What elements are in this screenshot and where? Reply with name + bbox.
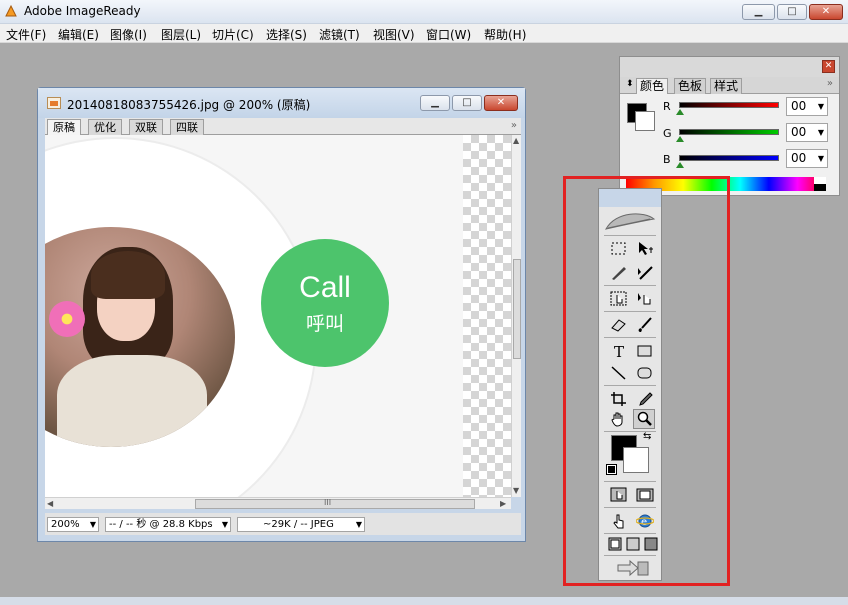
- maximize-button[interactable]: □: [777, 4, 807, 20]
- green-slider-handle[interactable]: [676, 136, 684, 142]
- menu-view[interactable]: 视图(V): [373, 26, 415, 43]
- document-tabs: 原稿 优化 双联 四联 »: [45, 118, 521, 135]
- menu-filter[interactable]: 滤镜(T): [319, 26, 360, 43]
- menu-file[interactable]: 文件(F): [6, 26, 46, 43]
- tab-4-up[interactable]: 四联: [170, 119, 204, 135]
- app-title: Adobe ImageReady: [24, 4, 141, 18]
- green-value-field[interactable]: 00 ▼: [786, 123, 828, 142]
- horizontal-scroll-thumb[interactable]: III: [195, 498, 475, 509]
- zoom-select[interactable]: 200% ▼: [47, 517, 99, 532]
- image-canvas[interactable]: Call 呼叫: [45, 135, 511, 497]
- chevron-down-icon: ▼: [817, 154, 824, 163]
- call-text: Call: [299, 271, 351, 304]
- menu-window[interactable]: 窗口(W): [426, 26, 471, 43]
- scroll-grip: III: [324, 498, 332, 507]
- blue-value: 00: [791, 151, 807, 165]
- color-panel-tabs: ⬍ 颜色 色板 样式 »: [620, 77, 839, 94]
- menu-slice[interactable]: 切片(C): [212, 26, 254, 43]
- tab-color[interactable]: 颜色: [636, 78, 669, 94]
- menubar: 文件(F) 编辑(E) 图像(I) 图层(L) 切片(C) 选择(S) 滤镜(T…: [0, 24, 848, 43]
- tab-2-up[interactable]: 双联: [129, 119, 163, 135]
- call-subtext: 呼叫: [305, 313, 344, 335]
- red-label: R: [663, 100, 671, 113]
- document-icon: [47, 97, 61, 109]
- green-value: 00: [791, 125, 807, 139]
- red-value-field[interactable]: 00 ▼: [786, 97, 828, 116]
- horizontal-scrollbar[interactable]: ◀ III ▶: [45, 497, 511, 509]
- document-title: 20140818083755426.jpg @ 200% (原稿): [67, 98, 311, 112]
- red-slider-handle[interactable]: [676, 109, 684, 115]
- doc-maximize-button[interactable]: □: [452, 95, 482, 111]
- tab-original[interactable]: 原稿: [47, 119, 81, 135]
- zoom-value: 200%: [51, 519, 80, 530]
- close-icon[interactable]: ✕: [822, 60, 835, 73]
- maximize-icon: □: [787, 6, 797, 17]
- document-statusbar: 200% ▼ -- / -- 秒 @ 28.8 Kbps ▼ ~29K / -- J…: [45, 513, 521, 535]
- green-slider[interactable]: [679, 129, 779, 135]
- file-size-value: ~29K / -- JPEG: [263, 519, 334, 530]
- imageready-logo-icon: [5, 4, 17, 17]
- chevron-down-icon: ▼: [355, 520, 362, 529]
- vertical-scroll-thumb[interactable]: [513, 259, 521, 359]
- scroll-down-icon[interactable]: ▼: [513, 486, 519, 495]
- flower: [49, 301, 85, 337]
- minimize-icon: ▁: [431, 97, 439, 108]
- scroll-right-icon[interactable]: ▶: [500, 499, 506, 508]
- maximize-icon: □: [462, 97, 472, 108]
- background-color-swatch[interactable]: [635, 111, 655, 131]
- document-window: 20140818083755426.jpg @ 200% (原稿) ▁ □ ✕ …: [37, 87, 526, 542]
- chevron-down-icon: ▼: [817, 128, 824, 137]
- vertical-scrollbar[interactable]: ▲ ▼: [511, 135, 521, 497]
- red-slider[interactable]: [679, 102, 779, 108]
- chevron-down-icon: ▼: [221, 520, 228, 529]
- color-panel-titlebar[interactable]: ✕: [620, 57, 839, 77]
- download-time-value: -- / -- 秒 @ 28.8 Kbps: [109, 519, 213, 530]
- doc-close-button[interactable]: ✕: [484, 95, 518, 111]
- minimize-icon: ▁: [754, 6, 763, 17]
- tabs-more-icon[interactable]: »: [511, 120, 517, 131]
- document-titlebar[interactable]: 20140818083755426.jpg @ 200% (原稿) ▁ □ ✕: [38, 88, 525, 118]
- minimize-button[interactable]: ▁: [742, 4, 775, 20]
- highlight-rectangle: [563, 176, 730, 586]
- menu-layer[interactable]: 图层(L): [161, 26, 201, 43]
- color-panel: ✕ ⬍ 颜色 色板 样式 » R 00 ▼ G 00 ▼ B 00 ▼: [619, 56, 840, 196]
- blue-label: B: [663, 153, 671, 166]
- doc-minimize-button[interactable]: ▁: [420, 95, 450, 111]
- tab-optimized[interactable]: 优化: [88, 119, 122, 135]
- menu-edit[interactable]: 编辑(E): [58, 26, 99, 43]
- call-button-graphic: Call 呼叫: [261, 239, 389, 367]
- menu-select[interactable]: 选择(S): [266, 26, 307, 43]
- transparency-checkerboard: [463, 135, 511, 497]
- bottom-strip: [0, 597, 848, 605]
- panel-menu-icon[interactable]: »: [827, 78, 833, 89]
- menu-image[interactable]: 图像(I): [110, 26, 147, 43]
- scroll-up-icon[interactable]: ▲: [513, 136, 519, 145]
- black-white-swatch[interactable]: [814, 177, 826, 191]
- menu-help[interactable]: 帮助(H): [484, 26, 526, 43]
- red-value: 00: [791, 99, 807, 113]
- chevron-down-icon: ▼: [817, 102, 824, 111]
- chevron-down-icon: ▼: [89, 520, 96, 529]
- file-size-select[interactable]: ~29K / -- JPEG ▼: [237, 517, 365, 532]
- download-time-select[interactable]: -- / -- 秒 @ 28.8 Kbps ▼: [105, 517, 231, 532]
- close-button[interactable]: ✕: [809, 4, 843, 20]
- close-icon: ✕: [496, 97, 506, 108]
- blue-slider-handle[interactable]: [676, 162, 684, 168]
- app-titlebar: Adobe ImageReady ▁ □ ✕: [0, 0, 848, 24]
- tab-styles[interactable]: 样式: [710, 78, 743, 94]
- tab-swatches[interactable]: 色板: [674, 78, 707, 94]
- panel-expand-icon[interactable]: ⬍: [626, 79, 634, 89]
- close-icon: ✕: [821, 6, 831, 17]
- green-label: G: [663, 127, 672, 140]
- blue-value-field[interactable]: 00 ▼: [786, 149, 828, 168]
- scroll-left-icon[interactable]: ◀: [47, 499, 53, 508]
- blue-slider[interactable]: [679, 155, 779, 161]
